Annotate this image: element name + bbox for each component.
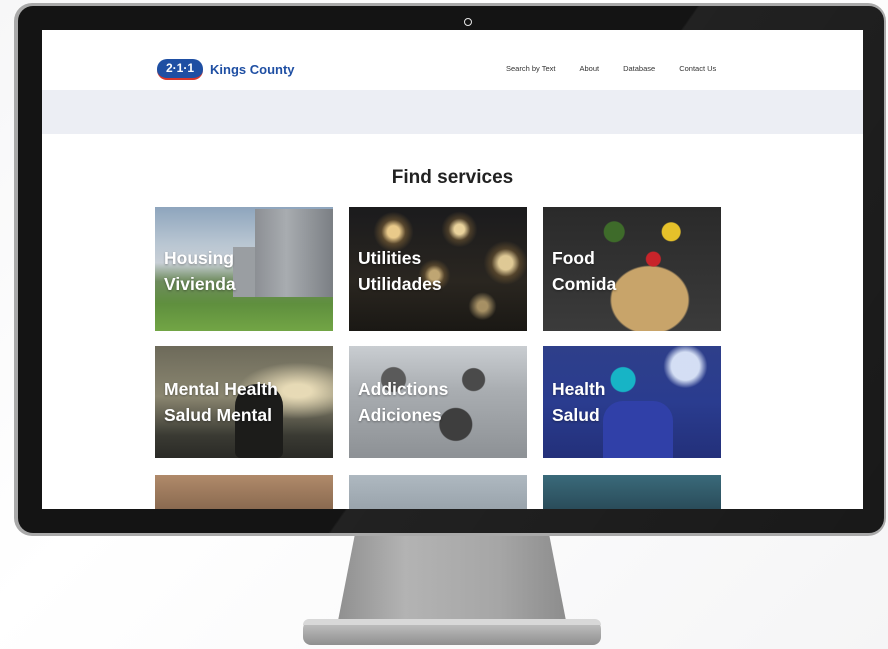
building-image bbox=[255, 209, 333, 297]
nav-contact-us[interactable]: Contact Us bbox=[679, 64, 716, 73]
tile-label-es: Salud bbox=[552, 405, 600, 425]
site-header: 2·1·1 Kings County Search by Text About … bbox=[42, 52, 863, 91]
nav-database[interactable]: Database bbox=[623, 64, 655, 73]
screen: 2·1·1 Kings County Search by Text About … bbox=[42, 30, 863, 509]
tile-label-en: Housing bbox=[164, 248, 234, 268]
section-title: Find services bbox=[391, 167, 514, 188]
logo-name: Kings County bbox=[210, 61, 295, 77]
tile-housing[interactable]: Housing Vivienda bbox=[155, 207, 333, 331]
tile-partial[interactable] bbox=[349, 475, 527, 509]
monitor-stand-base-top bbox=[303, 619, 601, 625]
tile-label-en: Health bbox=[552, 379, 606, 399]
tile-label: Housing Vivienda bbox=[164, 245, 236, 297]
tile-label-es: Vivienda bbox=[164, 274, 236, 294]
nav-search-by-text[interactable]: Search by Text bbox=[506, 64, 555, 73]
tile-label-es: Salud Mental bbox=[164, 405, 272, 425]
tile-utilities[interactable]: Utilities Utilidades bbox=[349, 207, 527, 331]
tile-label: Health Salud bbox=[552, 376, 605, 428]
tile-label-en: Utilities bbox=[358, 248, 422, 268]
tile-health[interactable]: Health Salud bbox=[543, 346, 721, 458]
surgeon-image bbox=[603, 401, 673, 458]
tile-label-en: Addictions bbox=[358, 379, 449, 399]
tile-label-en: Mental Health bbox=[164, 379, 278, 399]
tile-partial[interactable] bbox=[543, 475, 721, 509]
tile-label-en: Food bbox=[552, 248, 595, 268]
tile-label: Addictions Adiciones bbox=[358, 376, 448, 428]
hero-band bbox=[42, 90, 863, 134]
logo-mark: 2·1·1 bbox=[157, 58, 204, 80]
tile-label-es: Utilidades bbox=[358, 274, 442, 294]
tile-label: Utilities Utilidades bbox=[358, 245, 442, 297]
tile-mental-health[interactable]: Mental Health Salud Mental bbox=[155, 346, 333, 458]
tile-label-es: Comida bbox=[552, 274, 617, 294]
webcam-icon bbox=[464, 18, 472, 26]
tile-label: Food Comida bbox=[552, 245, 616, 297]
tile-partial[interactable] bbox=[155, 475, 333, 509]
screen-top-band bbox=[42, 30, 863, 52]
tile-food[interactable]: Food Comida bbox=[543, 207, 721, 331]
site-logo[interactable]: 2·1·1 Kings County bbox=[157, 58, 295, 80]
tile-label-es: Adiciones bbox=[358, 405, 442, 425]
tile-label: Mental Health Salud Mental bbox=[164, 376, 278, 428]
tile-addictions[interactable]: Addictions Adiciones bbox=[349, 346, 527, 458]
monitor-stand-neck bbox=[336, 536, 568, 631]
nav-about[interactable]: About bbox=[579, 64, 599, 73]
main-nav: Search by Text About Database Contact Us bbox=[506, 64, 716, 73]
